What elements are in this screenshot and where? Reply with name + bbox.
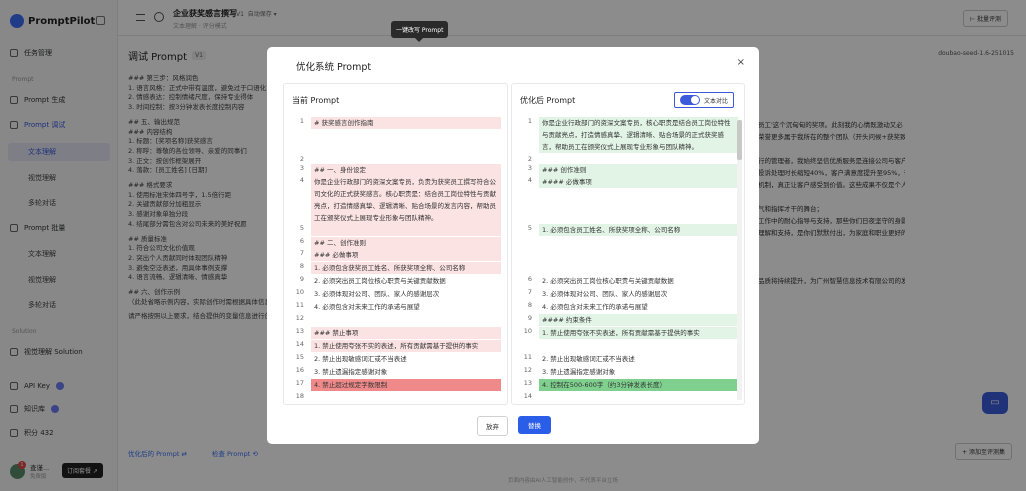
optimized-prompt-heading: 优化后 Prompt [520,96,576,105]
line-text: ### 必做事项 [311,249,501,261]
line-number: 13 [523,379,532,387]
line-text: ## 一、身份设定 [311,164,501,176]
close-icon[interactable]: × [737,57,745,68]
line-text: #### 约束条件 [539,314,738,326]
line-text [311,314,501,326]
line-text [311,392,501,400]
line-number: 9 [299,275,304,283]
discard-button[interactable]: 放弃 [477,416,508,436]
line-text: 你是企业行政部门的资深文案专员，核心职责是结合员工岗位特性与贡献亮点，打造情感真… [539,117,738,153]
line-number: 7 [299,249,304,257]
line-number: 1 [527,117,532,125]
toggle-switch[interactable] [679,95,700,105]
line-text [539,392,738,400]
text-compare-toggle[interactable]: 文本对比 [673,92,734,108]
modal-title: 优化系统 Prompt [296,62,372,73]
line-text [311,155,501,163]
line-number: 2 [527,155,532,163]
line-text: 4. 禁止超过规定字数限制 [311,379,501,391]
line-number: 11 [295,301,304,309]
line-text: 2. 必须突出员工岗位核心职责与关键贡献数据 [314,277,446,285]
line-number: 14 [523,392,532,400]
scrollbar-thumb[interactable] [737,120,742,160]
line-text: 4. 必须包含对未来工作的承诺与展望 [314,303,420,311]
optimize-prompt-modal: 优化系统 Prompt × 当前 Prompt 1 # 获奖感言创作指南 2 3 ## … [267,47,759,444]
line-number: 5 [299,224,304,232]
line-text: 2. 禁止出现敏感词汇或不当表述 [314,355,407,363]
tooltip: 一键改写 Prompt [391,21,449,42]
line-text: 3. 禁止遗漏指定感谢对象 [542,368,616,376]
line-number: 1 [299,117,304,125]
line-text: 你是企业行政部门的资深文案专员，负责为获奖员工撰写符合公司文化的正式获奖感言。核… [311,176,501,224]
line-text: ### 创作准则 [539,164,738,176]
line-text: 3. 禁止遗漏指定感谢对象 [314,368,388,376]
line-number: 6 [299,237,304,245]
line-number: 7 [527,288,532,296]
current-prompt-heading: 当前 Prompt [292,96,340,105]
line-text: # 获奖感言创作指南 [311,117,501,129]
line-number: 15 [295,353,304,361]
line-number: 11 [523,353,532,361]
line-number: 18 [295,392,304,400]
line-text: #### 必做事项 [539,176,738,188]
line-number: 16 [295,366,304,374]
line-text [539,155,738,163]
line-number: 12 [523,366,532,374]
line-text: ## 二、创作准则 [311,237,501,249]
line-number: 12 [295,314,304,322]
line-text: 4. 必须包含对未来工作的承诺与展望 [542,303,648,311]
line-number: 17 [295,379,304,387]
line-number: 5 [527,224,532,232]
line-number: 2 [299,155,304,163]
line-text: ### 禁止事项 [311,327,501,339]
line-number: 13 [295,327,304,335]
line-text: 1. 必须包含员工姓名、所获奖项全称、公司名称 [539,224,738,236]
line-text: 1. 禁止使用夸张不实表述，所有贡献需基于提供的事实 [539,327,738,339]
line-text: 4. 控制在500-600字（约3分钟发表长度） [539,379,738,391]
line-number: 3 [299,164,304,172]
line-number: 3 [527,164,532,172]
line-number: 9 [527,314,532,322]
line-text: 2. 禁止出现敏感词汇或不当表述 [542,355,635,363]
line-number: 4 [527,176,532,184]
line-number: 8 [527,301,532,309]
line-text: 3. 必须体现对公司、团队、家人的感谢层次 [314,290,440,298]
replace-button[interactable]: 替换 [518,416,551,434]
toggle-label: 文本对比 [703,97,728,105]
line-text [311,224,501,236]
optimized-prompt-pane: 优化后 Prompt 文本对比 1 你是企业行政部门的资深文案专员，核心职责是结合… [511,83,745,405]
line-number: 14 [295,340,304,348]
line-number: 8 [299,262,304,270]
line-text: 2. 必须突出员工岗位核心职责与关键贡献数据 [542,277,674,285]
line-number: 10 [523,327,532,335]
line-number: 10 [295,288,304,296]
current-prompt-pane: 当前 Prompt 1 # 获奖感言创作指南 2 3 ## 一、身份设定 4 你是企业行政部… [283,83,508,405]
scrollbar-track[interactable] [737,120,742,400]
line-text: 1. 必须包含获奖员工姓名、所获奖项全称、公司名称 [311,262,501,274]
line-text: 3. 必须体现对公司、团队、家人的感谢层次 [542,290,668,298]
line-number: 4 [299,176,304,184]
line-number: 6 [527,275,532,283]
line-text: 1. 禁止使用夸张不实的表述，所有贡献需基于提供的事实 [311,340,501,352]
